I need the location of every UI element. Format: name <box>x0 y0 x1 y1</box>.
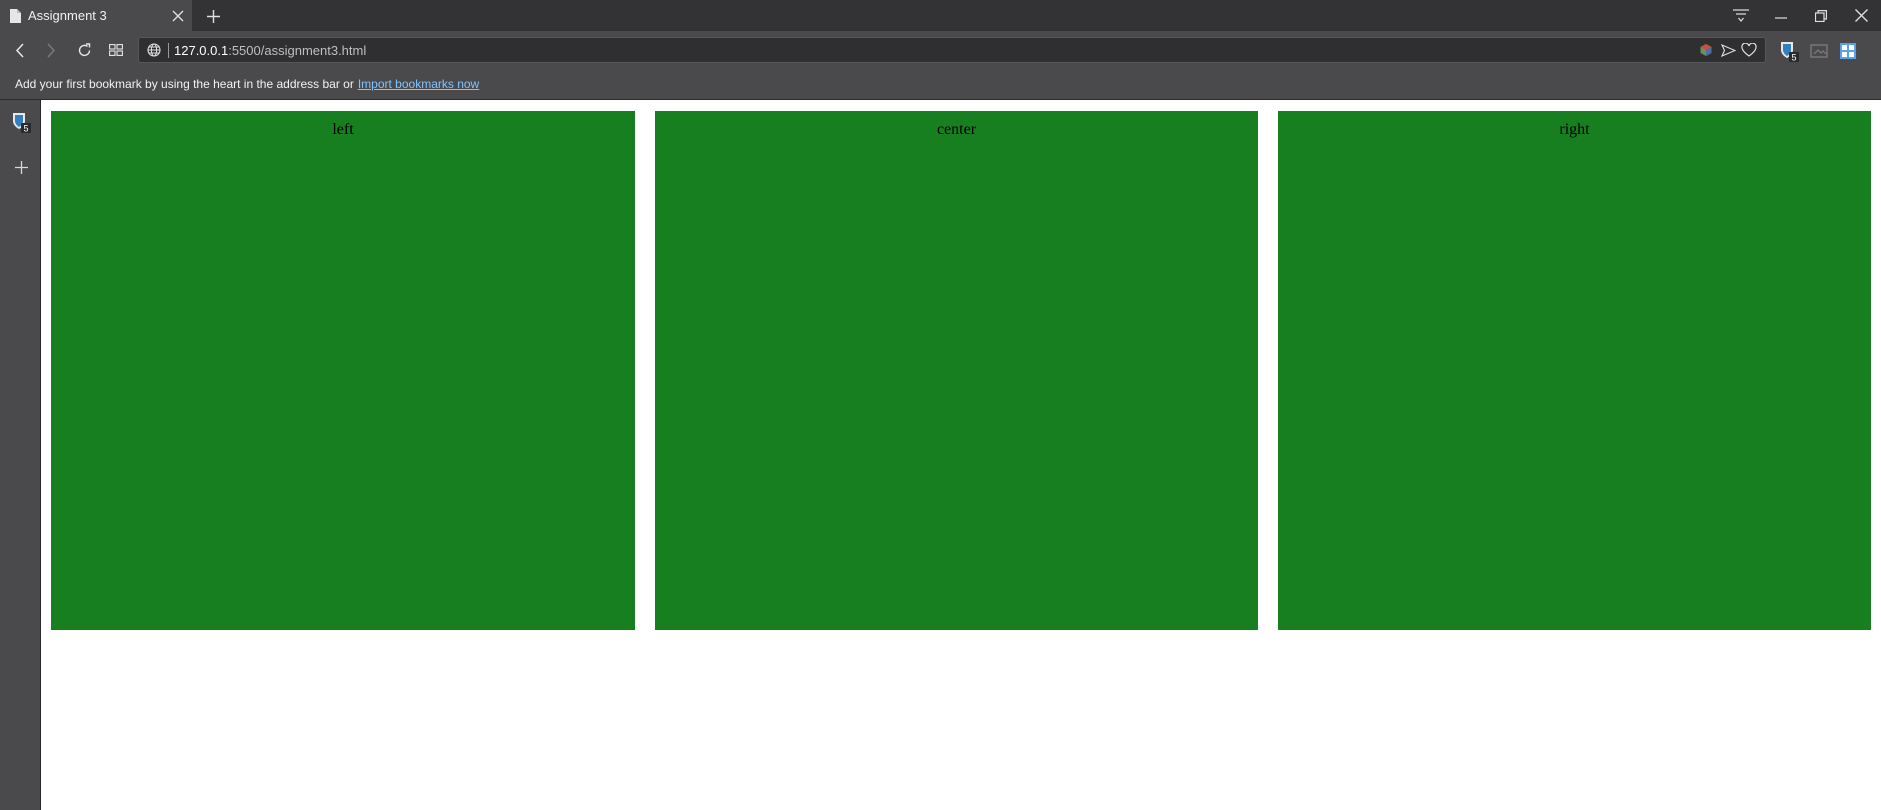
cube-icon[interactable] <box>1696 40 1716 60</box>
plus-icon[interactable] <box>200 3 226 29</box>
extension-badge: 5 <box>1791 53 1796 63</box>
shield-icon[interactable]: 5 <box>9 110 33 134</box>
tab-assignment-3[interactable]: Assignment 3 <box>0 0 192 31</box>
bookmarks-message: Add your first bookmark by using the hea… <box>15 77 354 91</box>
reload-icon[interactable] <box>71 37 97 63</box>
tab-strip: Assignment 3 <box>0 0 1881 31</box>
close-window-icon[interactable] <box>1841 0 1881 31</box>
back-icon[interactable] <box>7 37 33 63</box>
close-icon[interactable] <box>164 2 192 30</box>
document-icon <box>9 8 21 23</box>
url-host: 127.0.0.1 <box>174 42 229 58</box>
plus-icon[interactable] <box>9 155 33 179</box>
grid-icon[interactable] <box>1836 39 1860 63</box>
center-box: center <box>655 111 1258 630</box>
screenshot-icon[interactable] <box>1807 39 1831 63</box>
right-box-label: right <box>1559 121 1590 138</box>
tab-title: Assignment 3 <box>28 8 107 23</box>
speed-dial-icon[interactable] <box>103 37 129 63</box>
send-icon[interactable] <box>1718 40 1738 60</box>
side-extension-badge: 5 <box>23 124 28 134</box>
address-bar[interactable]: 127.0.0.1:5500/assignment3.html <box>138 37 1766 63</box>
address-separator <box>168 42 169 58</box>
shield-icon[interactable]: 5 <box>1777 39 1801 63</box>
minimize-icon[interactable] <box>1761 0 1801 31</box>
restore-icon[interactable] <box>1801 0 1841 31</box>
globe-icon <box>147 43 161 57</box>
right-box: right <box>1278 111 1871 630</box>
left-box: left <box>51 111 635 630</box>
page-content: left center right <box>41 100 1881 810</box>
left-box-label: left <box>332 121 354 138</box>
tab-list-icon[interactable] <box>1721 0 1761 31</box>
heart-icon[interactable] <box>1739 40 1759 60</box>
import-bookmarks-link[interactable]: Import bookmarks now <box>358 77 479 91</box>
side-panel: 5 <box>0 100 41 810</box>
forward-icon[interactable] <box>38 37 64 63</box>
center-box-label: center <box>936 121 977 138</box>
bookmarks-bar: Add your first bookmark by using the hea… <box>0 69 1881 100</box>
url-path: :5500/assignment3.html <box>228 42 367 58</box>
